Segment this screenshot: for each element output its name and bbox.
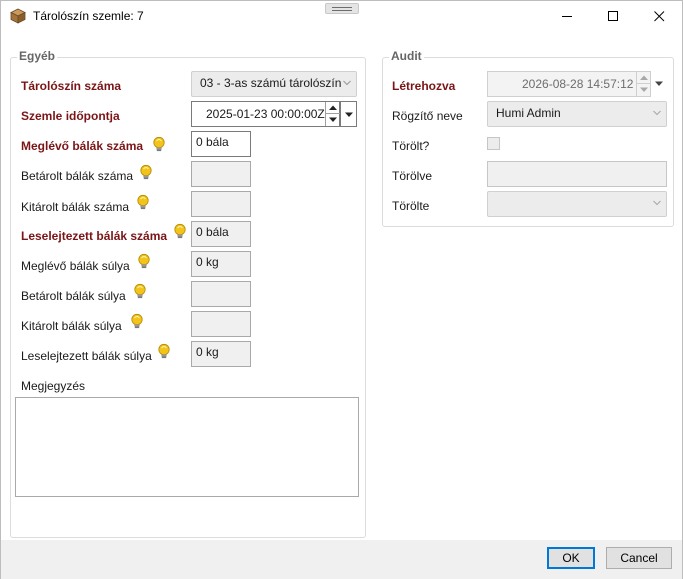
dialog-footer: OK Cancel: [1, 540, 682, 579]
drag-handle[interactable]: [325, 3, 359, 14]
szemle-label: Szemle időpontja: [21, 109, 120, 123]
lightbulb-icon[interactable]: [130, 313, 144, 331]
torolte-combo: [487, 191, 667, 217]
tarolo-value: 03 - 3-as számú tárolószín: [200, 76, 342, 90]
kitarolt-suly-label: Kitárolt bálák súlya: [21, 319, 122, 333]
letrehozva-datetime-input: 2026-08-28 14:57:12: [487, 71, 651, 97]
leselejtezett-balak-field[interactable]: 0 bála: [191, 221, 251, 247]
rogzito-value: Humi Admin: [496, 106, 561, 120]
torolt-label: Törölt?: [392, 139, 430, 153]
lightbulb-icon[interactable]: [173, 223, 187, 241]
lightbulb-icon[interactable]: [133, 283, 147, 301]
dialog-body: Egyéb Tárolószín száma 03 - 3-as számú t…: [1, 32, 682, 540]
spin-down-button: [637, 84, 651, 96]
megjegyzes-label: Megjegyzés: [21, 379, 86, 393]
tarolo-label: Tárolószín száma: [21, 79, 122, 93]
egyeb-group: Egyéb Tárolószín száma 03 - 3-as számú t…: [10, 49, 366, 538]
leselejtezett-suly-label: Leselejtezett bálák súlya: [21, 349, 152, 363]
meglevo-balak-field[interactable]: 0 bála: [191, 131, 251, 157]
close-button[interactable]: [636, 1, 682, 32]
maximize-icon: [608, 11, 618, 21]
torolte-label: Törölte: [392, 199, 430, 213]
betarolt-suly-field[interactable]: [191, 281, 251, 307]
arrow-up-icon: [640, 75, 648, 80]
chevron-down-icon: [345, 112, 353, 117]
dialog-window: Tárolószín szemle: 7 Egyéb Tárolószín sz…: [0, 0, 683, 579]
audit-legend: Audit: [389, 49, 424, 63]
rogzito-combo: Humi Admin: [487, 101, 667, 127]
rogzito-label: Rögzítő neve: [392, 109, 463, 123]
tarolo-combo[interactable]: 03 - 3-as számú tárolószín: [191, 71, 357, 97]
close-icon: [654, 11, 665, 22]
torolve-label: Törölve: [392, 169, 433, 183]
szemle-spinner[interactable]: [325, 102, 340, 126]
letrehozva-spinner: [636, 72, 651, 96]
arrow-up-icon: [329, 105, 337, 110]
box-icon: [10, 8, 26, 24]
title-bar[interactable]: Tárolószín szemle: 7: [1, 1, 682, 32]
minimize-icon: [562, 16, 572, 17]
minimize-button[interactable]: [544, 1, 590, 32]
lightbulb-icon[interactable]: [152, 136, 166, 154]
ok-button[interactable]: OK: [547, 547, 595, 569]
szemle-datetime-input[interactable]: 2025-01-23 00:00:00Z: [191, 101, 340, 127]
lightbulb-icon[interactable]: [157, 343, 171, 361]
arrow-down-icon: [640, 87, 648, 92]
window-title: Tárolószín szemle: 7: [33, 9, 144, 23]
torolve-field: [487, 161, 667, 187]
betarolt-balak-field[interactable]: [191, 161, 251, 187]
spin-up-button[interactable]: [326, 102, 340, 114]
letrehozva-label: Létrehozva: [392, 79, 456, 93]
leselejtezett-suly-field[interactable]: 0 kg: [191, 341, 251, 367]
lightbulb-icon[interactable]: [136, 194, 150, 212]
chevron-down-icon: [655, 81, 663, 86]
spin-down-button[interactable]: [326, 114, 340, 126]
betarolt-balak-label: Betárolt bálák száma: [21, 169, 134, 183]
betarolt-suly-label: Betárolt bálák súlya: [21, 289, 126, 303]
chevron-down-icon: [343, 80, 351, 86]
kitarolt-balak-label: Kitárolt bálák száma: [21, 200, 130, 214]
egyeb-legend: Egyéb: [17, 49, 58, 63]
szemle-calendar-button[interactable]: [340, 101, 357, 127]
meglevo-suly-label: Meglévő bálák súlya: [21, 259, 130, 273]
lightbulb-icon[interactable]: [137, 253, 151, 271]
szemle-value: 2025-01-23 00:00:00Z: [206, 107, 325, 121]
letrehozva-value: 2026-08-28 14:57:12: [522, 77, 634, 91]
chevron-down-icon: [653, 200, 661, 206]
meglevo-balak-label: Meglévő bálák száma: [21, 139, 144, 153]
arrow-down-icon: [329, 117, 337, 122]
cancel-button[interactable]: Cancel: [606, 547, 672, 569]
kitarolt-balak-field[interactable]: [191, 191, 251, 217]
audit-group: Audit Létrehozva 2026-08-28 14:57:12 Rög…: [382, 49, 674, 227]
megjegyzes-textarea[interactable]: [15, 397, 359, 497]
maximize-button[interactable]: [590, 1, 636, 32]
letrehozva-calendar-button: [651, 71, 668, 97]
meglevo-suly-field[interactable]: 0 kg: [191, 251, 251, 277]
chevron-down-icon: [653, 110, 661, 116]
spin-up-button: [637, 72, 651, 84]
leselejtezett-balak-label: Leselejtezett bálák száma: [21, 229, 168, 243]
lightbulb-icon[interactable]: [139, 164, 153, 182]
kitarolt-suly-field[interactable]: [191, 311, 251, 337]
torolt-checkbox: [487, 137, 500, 150]
